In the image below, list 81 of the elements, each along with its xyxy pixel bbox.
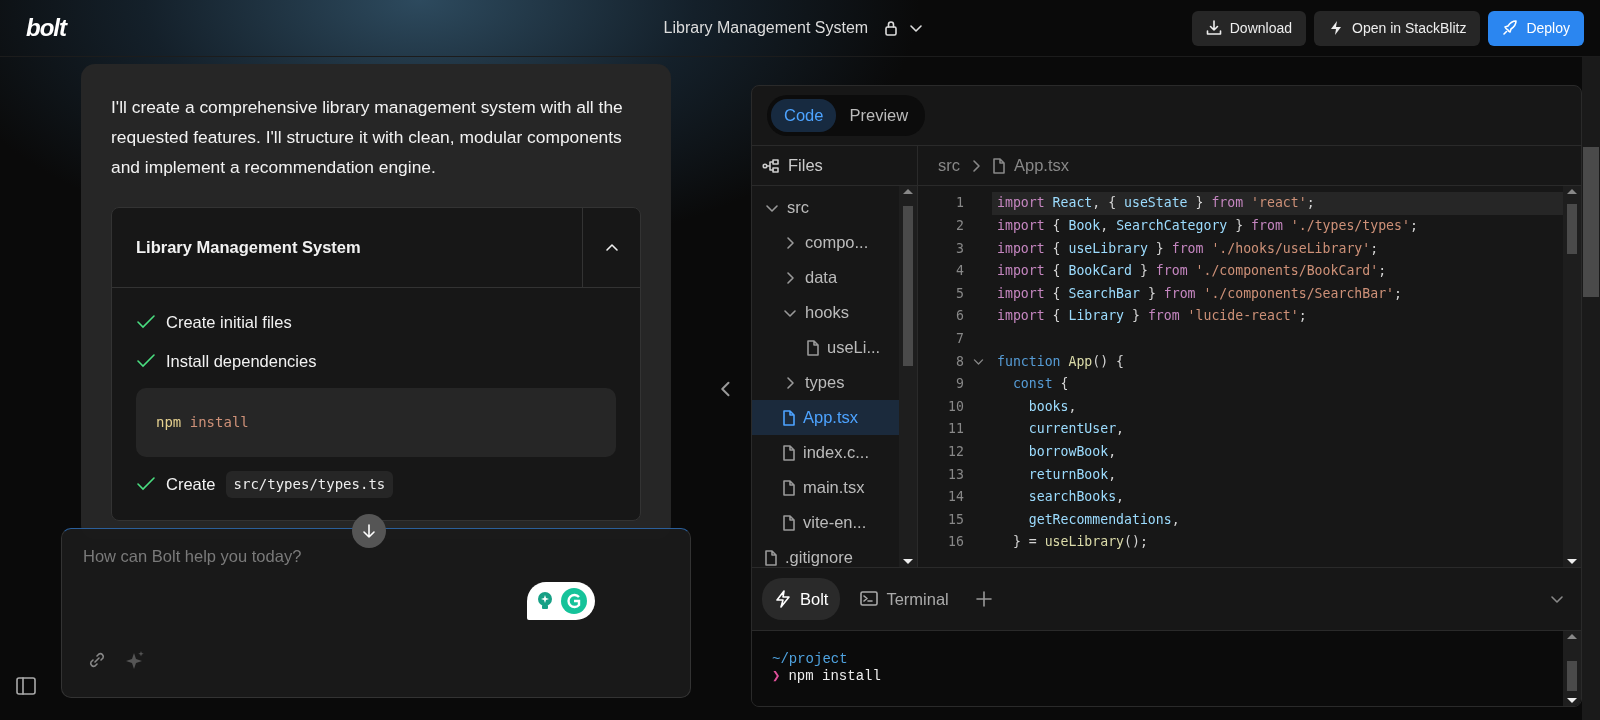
file-item[interactable]: index.c... [752,435,899,470]
sidebar-toggle-icon[interactable] [16,677,36,695]
line-number: 6 [955,307,964,326]
code-line: currentUser, [1027,420,1126,439]
line-number: 4 [955,262,964,281]
line-number: 14 [947,488,964,507]
code-line: borrowBook, [1027,442,1118,461]
code-line: books, [1027,397,1078,416]
assistant-message: I'll create a comprehensive library management system with all the requested features. I'll structure it with clean, modular components and implement a recommendation engine. [111,96,624,179]
writing-assistant-widget[interactable] [527,582,595,620]
step-label: Install dependencies [166,350,317,372]
lightning-icon [1328,20,1344,36]
view-tab[interactable]: Code [771,99,837,132]
rocket-icon [1502,20,1519,36]
step-label: Create initial files [166,312,292,333]
folder-item[interactable]: compo... [752,225,899,260]
line-number: 11 [947,420,964,439]
line-number: 5 [955,284,964,303]
logo[interactable]: bolt [26,10,66,46]
code-line: } = useLibrary(); [1011,533,1149,552]
line-number: 1 [955,194,964,213]
header-button[interactable]: Download [1191,10,1306,46]
code-line: getRecommendations, [1027,510,1181,529]
header-button[interactable]: Open in StackBlitz [1314,10,1481,46]
files-label: Files [788,155,823,177]
lock-icon [884,20,899,36]
g-logo-icon [560,587,588,615]
line-number: 9 [955,375,964,394]
code-line: import { SearchBar } from './components/SearchBar'; [996,284,1403,303]
download-icon [1205,20,1222,36]
terminal-command: npm install [788,668,881,685]
code-line: returnBook, [1027,465,1118,484]
file-icon [992,157,1006,174]
folder-item[interactable]: types [752,365,899,400]
line-number: 16 [947,533,964,552]
file-item[interactable]: .gitignore [752,540,899,567]
file-item[interactable]: vite-en... [752,505,899,540]
folder-item[interactable]: data [752,260,899,295]
terminal-tab[interactable]: Bolt [762,577,841,621]
code-line: const { [1011,375,1070,394]
line-number: 12 [947,442,964,461]
code-line: import { Book, SearchCategory } from './types/types'; [996,217,1419,235]
line-number: 15 [947,510,964,529]
arrow-down-icon [361,523,377,539]
code-line: searchBooks, [1027,488,1126,507]
view-tab[interactable]: Preview [836,99,922,132]
artifact-title: Library Management System [135,237,362,259]
file-path: src/types/types.ts [225,470,394,498]
file-item[interactable]: useLi... [752,330,899,365]
scrollbar[interactable] [1563,631,1581,706]
folder-item[interactable]: src [752,190,899,225]
deploy-button[interactable]: Deploy [1488,10,1584,46]
code-line: import { BookCard } from './components/BookCard'; [996,262,1388,281]
folder-item[interactable]: hooks [752,295,899,330]
scrollbar[interactable] [899,186,917,567]
command-block: npm install [136,387,616,457]
line-number: 2 [955,217,964,235]
message-input[interactable]: How can Bolt help you today? [81,543,641,570]
line-number: 7 [955,329,964,348]
scrollbar[interactable] [1563,186,1581,567]
file-item[interactable]: App.tsx [752,400,899,435]
file-item[interactable]: main.tsx [752,470,899,505]
prompt-icon: ❯ [772,668,781,685]
lightning-icon [774,590,792,608]
page-scrollbar[interactable] [1582,57,1600,720]
terminal-icon [860,590,879,608]
code-line: import { Library } from 'lucide-react'; [996,307,1308,326]
terminal-tab[interactable]: Terminal [848,577,961,621]
line-number: 13 [947,465,964,484]
line-number: 10 [947,397,964,416]
add-icon[interactable] [974,590,993,608]
file-tree-icon [762,157,780,174]
line-number: 8 [955,352,964,371]
breadcrumb-item[interactable]: src [938,153,960,178]
code-line: function App() { [996,352,1126,371]
line-number: 3 [955,239,964,258]
step-label: Create [166,473,216,495]
code-line: import { useLibrary } from './hooks/useLibrary'; [996,239,1380,258]
terminal-path: ~/project [772,651,849,668]
project-title: Library Management System [663,18,869,38]
breadcrumb-item[interactable]: App.tsx [1014,153,1070,178]
